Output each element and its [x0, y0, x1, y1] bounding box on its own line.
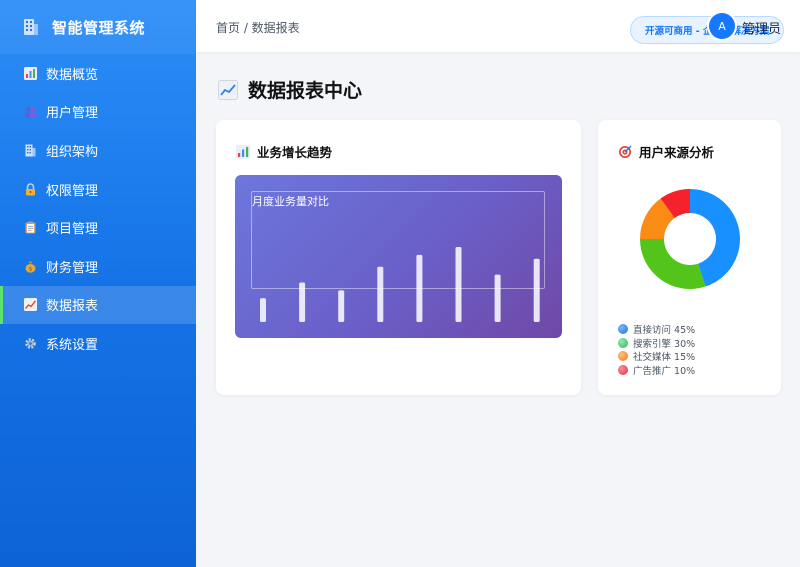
avatar[interactable]: A: [709, 13, 735, 39]
card-title: 用户来源分析: [618, 142, 714, 161]
clipboard-icon: [24, 221, 37, 234]
card-title: 业务增长趋势: [236, 142, 332, 161]
bar: [455, 246, 462, 322]
bar: [533, 258, 540, 322]
legend-label: 搜索引擎 30%: [633, 338, 696, 350]
growth-trend-card: 业务增长趋势 月度业务量对比: [216, 120, 581, 395]
users-icon: [24, 105, 37, 118]
brand: 智能管理系统: [0, 0, 196, 54]
page-title: 数据报表中心: [218, 76, 362, 103]
legend-dot: [618, 323, 628, 334]
card-title-text: 业务增长趋势: [257, 145, 333, 160]
sidebar-item-permissions[interactable]: 权限管理: [0, 170, 196, 209]
sidebar-nav: 数据概览 用户管理 组织架构 权限管理 项目管理 $ 财务管理 数据报表 系统设: [0, 54, 196, 363]
sidebar-item-label: 数据报表: [46, 299, 99, 315]
legend-dot: [618, 351, 628, 362]
page-title-text: 数据报表中心: [248, 80, 363, 102]
username[interactable]: 管理员: [742, 18, 781, 37]
trend-chart-icon: [218, 79, 238, 100]
bar-chart-icon: [236, 144, 250, 159]
card-title-text: 用户来源分析: [639, 145, 715, 160]
legend-item: 社交媒体 15%: [618, 349, 695, 363]
sidebar-item-data-reports[interactable]: 数据报表: [0, 285, 196, 325]
target-icon: [619, 145, 632, 158]
top-header: 首页 / 数据报表 开源可商用 - 企业级解决方案 A 管理员: [196, 0, 800, 52]
sidebar-item-org-structure[interactable]: 组织架构: [0, 131, 196, 170]
bar-chart-svg: [260, 246, 540, 322]
bar: [260, 298, 266, 322]
donut-chart: [640, 189, 740, 289]
bar: [338, 290, 345, 322]
sidebar-item-label: 权限管理: [46, 183, 99, 199]
money-bag-icon: $: [24, 260, 37, 273]
sidebar-item-label: 用户管理: [46, 106, 99, 122]
bar: [299, 282, 306, 322]
bar: [494, 274, 501, 322]
gear-icon: [24, 337, 37, 350]
breadcrumb: 首页 / 数据报表: [216, 21, 300, 35]
sidebar-item-label: 数据概览: [46, 67, 99, 83]
legend-label: 广告推广 10%: [633, 365, 696, 377]
sidebar-item-label: 系统设置: [46, 337, 99, 353]
sidebar-item-label: 项目管理: [46, 222, 99, 238]
legend-item: 搜索引擎 30%: [618, 336, 695, 350]
user-source-card: 用户来源分析 直接访问 45% 搜索引擎 30% 社交媒体 15% 广告推广 1…: [598, 120, 781, 395]
building-icon: [24, 19, 38, 35]
bar-chart-icon: [24, 66, 37, 80]
donut-slice: [640, 239, 706, 289]
legend-item: 广告推广 10%: [618, 363, 695, 377]
sidebar-item-user-management[interactable]: 用户管理: [0, 93, 196, 132]
sidebar-item-label: 组织架构: [46, 144, 99, 160]
legend-item: 直接访问 45%: [618, 322, 695, 336]
building-icon: [24, 144, 37, 157]
sidebar-item-data-overview[interactable]: 数据概览: [0, 54, 196, 93]
sidebar-item-label: 财务管理: [46, 260, 99, 276]
legend-dot: [618, 337, 628, 348]
sidebar-item-system-settings[interactable]: 系统设置: [0, 324, 196, 363]
monthly-bar-chart: 月度业务量对比: [235, 175, 562, 338]
bar: [377, 266, 384, 322]
chart-legend: 直接访问 45% 搜索引擎 30% 社交媒体 15% 广告推广 10%: [618, 322, 695, 377]
legend-label: 社交媒体 15%: [633, 352, 696, 364]
legend-label: 直接访问 45%: [633, 324, 696, 336]
sidebar: 智能管理系统 数据概览 用户管理 组织架构 权限管理 项目管理 $ 财务管理 数…: [0, 0, 196, 567]
svg-text:$: $: [29, 266, 33, 272]
trend-chart-icon: [24, 298, 37, 312]
app-title: 智能管理系统: [52, 18, 146, 37]
sidebar-item-projects[interactable]: 项目管理: [0, 208, 196, 247]
legend-dot: [618, 364, 628, 375]
bar: [416, 254, 423, 322]
lock-icon: [24, 182, 37, 196]
sidebar-item-finance[interactable]: $ 财务管理: [0, 247, 196, 286]
